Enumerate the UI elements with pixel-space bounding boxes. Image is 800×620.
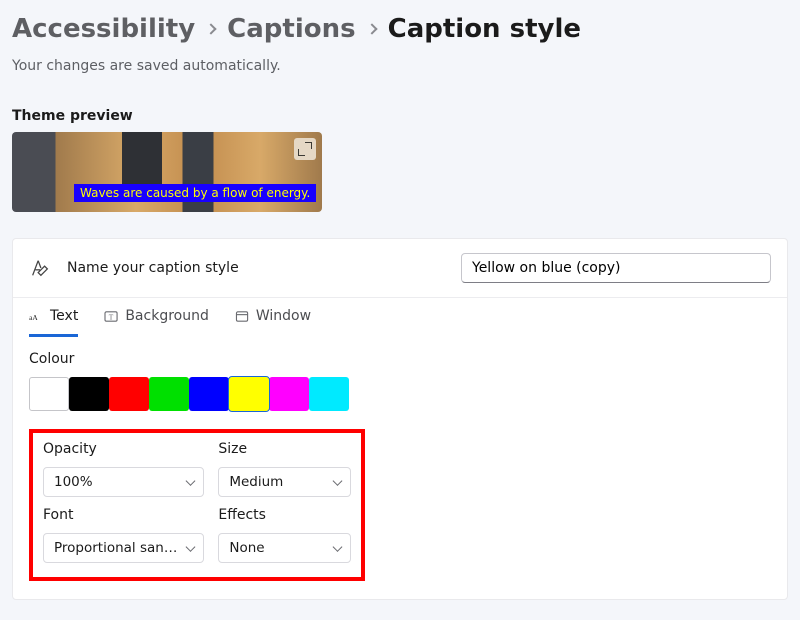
tab-text[interactable]: aA Text: [29, 308, 78, 337]
swatch-blue[interactable]: [189, 377, 229, 411]
size-label: Size: [218, 441, 351, 457]
chevron-right-icon: [366, 23, 377, 34]
tab-window-label: Window: [256, 308, 311, 324]
preview-image-content: [122, 132, 162, 187]
swatch-white[interactable]: [29, 377, 69, 411]
size-dropdown[interactable]: Medium: [218, 467, 351, 497]
effects-dropdown[interactable]: None: [218, 533, 351, 563]
breadcrumb-caption-style: Caption style: [388, 14, 581, 44]
text-icon: aA: [29, 310, 44, 323]
font-value: Proportional san…: [54, 540, 177, 556]
breadcrumb-accessibility[interactable]: Accessibility: [12, 14, 195, 44]
highlighted-settings-group: Opacity 100% Size Medium: [29, 429, 365, 581]
edit-style-icon: [29, 257, 51, 279]
colour-swatches: [29, 377, 771, 411]
swatch-green[interactable]: [149, 377, 189, 411]
expand-preview-button[interactable]: [294, 138, 316, 160]
effects-label: Effects: [218, 507, 351, 523]
autosave-note: Your changes are saved automatically.: [12, 58, 788, 74]
breadcrumb-captions[interactable]: Captions: [227, 14, 355, 44]
tab-background-label: Background: [125, 308, 209, 324]
text-section: Colour Opacity 100%: [13, 337, 787, 599]
background-icon: T: [104, 310, 119, 323]
name-row: Name your caption style: [13, 239, 787, 298]
tabs: aA Text T Background: [13, 298, 787, 337]
swatch-red[interactable]: [109, 377, 149, 411]
opacity-label: Opacity: [43, 441, 204, 457]
font-label: Font: [43, 507, 204, 523]
svg-text:T: T: [109, 312, 114, 321]
colour-label: Colour: [29, 351, 771, 367]
caption-style-name-input[interactable]: [461, 253, 771, 283]
swatch-black[interactable]: [69, 377, 109, 411]
caption-style-card: Name your caption style aA Text T: [12, 238, 788, 600]
effects-value: None: [229, 540, 264, 556]
svg-text:aA: aA: [29, 313, 38, 322]
theme-preview-label: Theme preview: [12, 108, 788, 124]
tab-text-label: Text: [50, 308, 78, 324]
chevron-right-icon: [206, 23, 217, 34]
chevron-down-icon: [186, 542, 196, 552]
opacity-dropdown[interactable]: 100%: [43, 467, 204, 497]
theme-preview-thumbnail[interactable]: Waves are caused by a flow of energy.: [12, 132, 322, 212]
chevron-down-icon: [333, 542, 343, 552]
caption-sample-text: Waves are caused by a flow of energy.: [74, 184, 316, 202]
breadcrumb: Accessibility Captions Caption style: [12, 14, 788, 44]
name-your-style-label: Name your caption style: [67, 260, 445, 276]
font-dropdown[interactable]: Proportional san…: [43, 533, 204, 563]
chevron-down-icon: [333, 476, 343, 486]
swatch-magenta[interactable]: [269, 377, 309, 411]
chevron-down-icon: [186, 476, 196, 486]
window-icon: [235, 310, 250, 323]
tab-window[interactable]: Window: [235, 308, 311, 337]
swatch-yellow[interactable]: [229, 377, 269, 411]
tab-background[interactable]: T Background: [104, 308, 209, 337]
size-value: Medium: [229, 474, 283, 490]
expand-icon: [299, 143, 311, 155]
swatch-cyan[interactable]: [309, 377, 349, 411]
opacity-value: 100%: [54, 474, 93, 490]
